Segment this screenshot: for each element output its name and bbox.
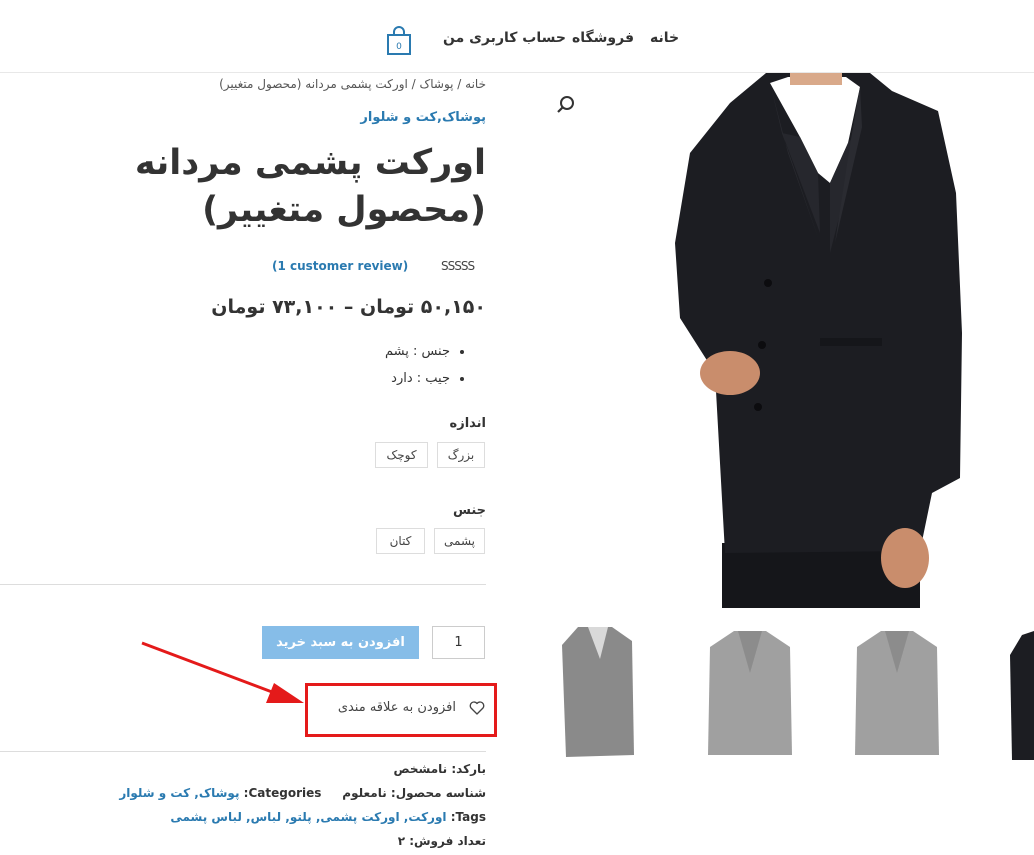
size-option-large[interactable]: بزرگ (437, 442, 485, 468)
tags-links[interactable]: اورکت, اورکت پشمی, پلتو, لباس, لباس پشمی (170, 810, 446, 824)
material-option-wool[interactable]: پشمی (434, 528, 485, 554)
barcode-text: بارکد: نامشخص (393, 762, 486, 776)
customer-review-link[interactable]: (1 customer review) (272, 259, 408, 273)
nav-shop[interactable]: فروشگاه (572, 30, 634, 46)
wishlist-label: افزودن به علاقه مندی (337, 700, 456, 715)
cart-count: 0 (396, 42, 402, 52)
shopping-bag-icon[interactable]: 0 (386, 26, 412, 56)
annotation-arrow (141, 641, 304, 703)
thumbnail-4[interactable] (1008, 625, 1034, 765)
price-range: ۵۰,۱۵۰ تومان – ۷۳,۱۰۰ تومان (211, 296, 486, 318)
categories-label: Categories: (243, 786, 322, 800)
tags-label: Tags: (450, 810, 486, 824)
nav-home[interactable]: خانه (650, 30, 679, 46)
feature-list: جنس : پشم جیب : دارد (385, 338, 468, 392)
material-option-cotton[interactable]: کتان (376, 528, 425, 554)
thumbnail-1[interactable] (560, 625, 636, 765)
zoom-search-icon[interactable] (556, 95, 576, 115)
breadcrumb: خانه / پوشاک / اورکت پشمی مردانه (محصول … (219, 77, 486, 91)
rating-stars: SSSSS (441, 259, 475, 273)
add-to-wishlist-button[interactable]: افزودن به علاقه مندی (305, 683, 497, 737)
tags-row: Tags: اورکت, اورکت پشمی, پلتو, لباس, لبا… (170, 810, 486, 824)
feature-item: جنس : پشم (385, 338, 450, 365)
heart-icon (469, 701, 485, 715)
material-label: جنس (452, 503, 486, 518)
size-option-small[interactable]: کوچک (375, 442, 428, 468)
quantity-input[interactable]: 1 (432, 626, 485, 659)
product-categories-link[interactable]: پوشاک,کت و شلوار (360, 110, 486, 125)
thumbnail-2[interactable] (704, 625, 796, 765)
size-label: اندازه (449, 416, 486, 431)
sales-count: تعداد فروش: ۲ (397, 834, 486, 848)
divider (0, 751, 486, 752)
nav-my-account[interactable]: حساب کاربری من (443, 30, 566, 46)
product-title: اورکت پشمی مردانه (محصول متغییر) (134, 143, 486, 230)
categories-links[interactable]: پوشاک, کت و شلوار (119, 786, 239, 800)
sku-text: شناسه محصول: نامعلوم (342, 786, 486, 800)
product-main-image[interactable] (670, 73, 964, 608)
divider (0, 584, 486, 585)
sku-and-categories: شناسه محصول: نامعلوم Categories: پوشاک, … (119, 786, 486, 800)
thumbnail-3[interactable] (851, 625, 943, 765)
feature-item: جیب : دارد (385, 365, 450, 392)
